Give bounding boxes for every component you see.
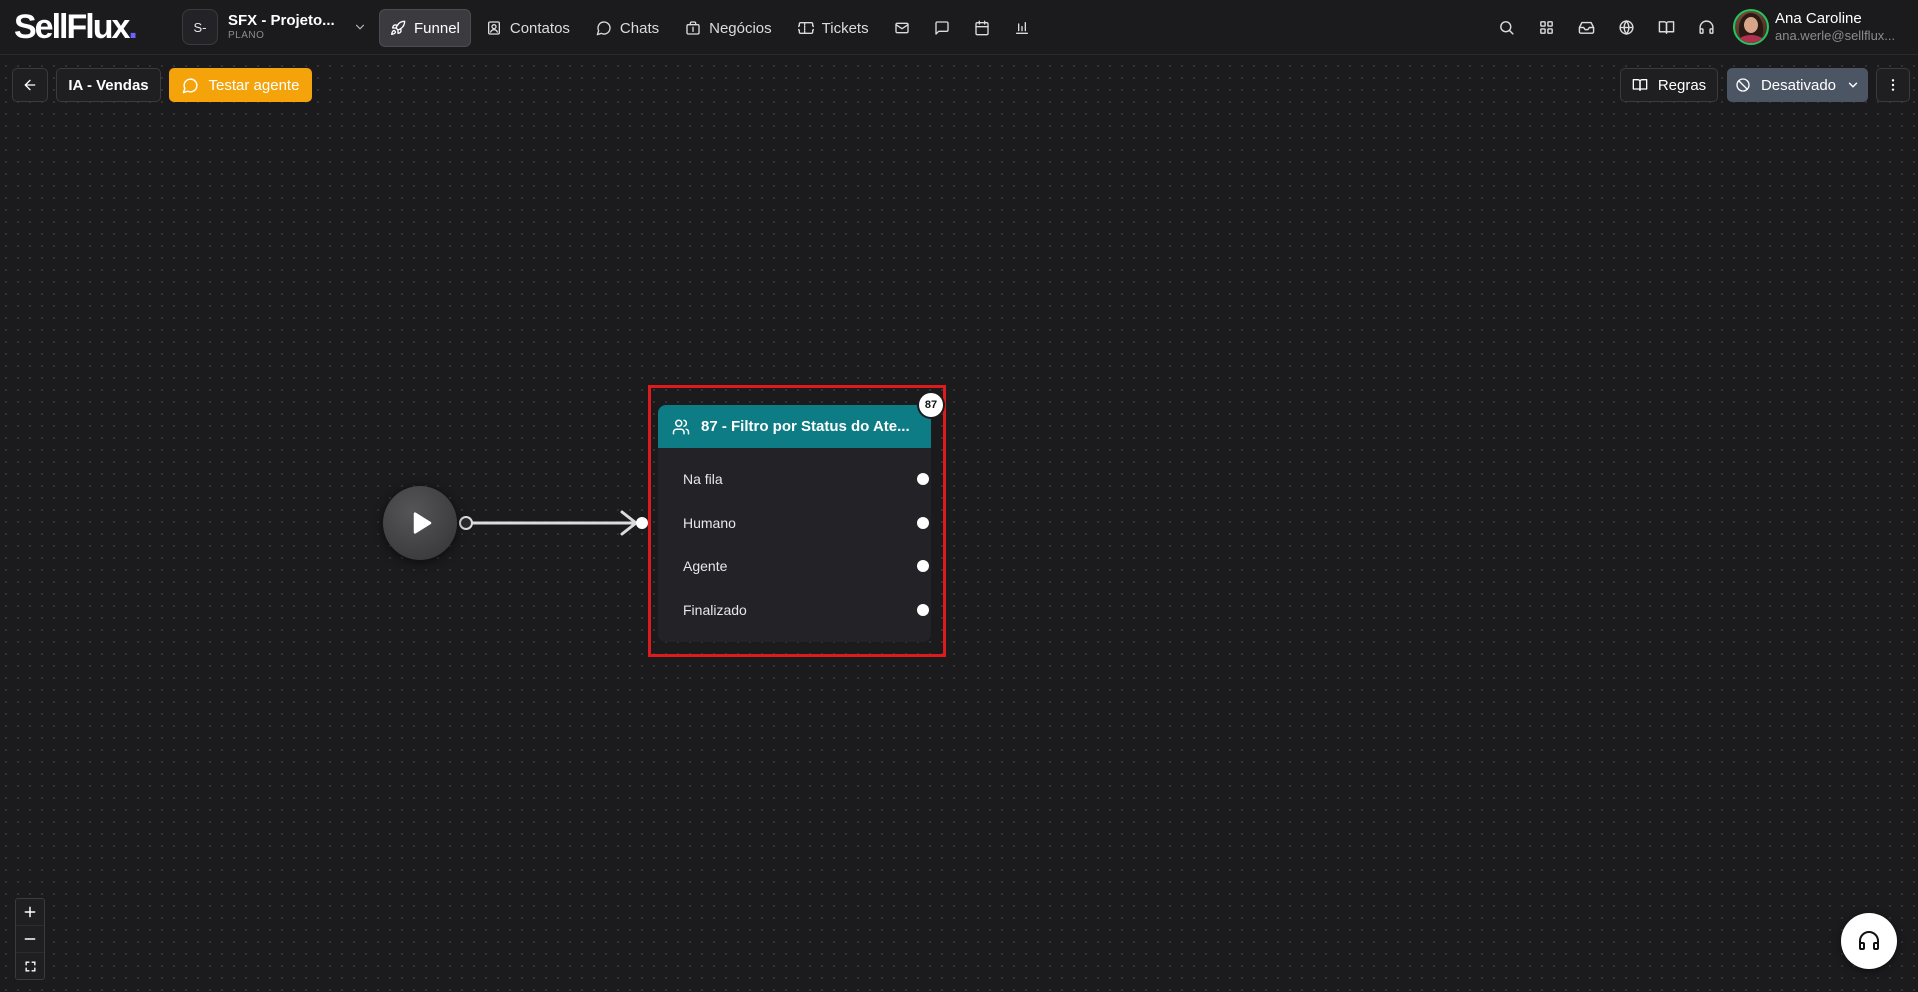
start-output-handle[interactable] xyxy=(459,516,473,530)
output-handle[interactable] xyxy=(917,517,929,529)
output-label: Humano xyxy=(683,515,736,531)
plus-icon xyxy=(23,905,37,919)
zoom-in-button[interactable] xyxy=(16,899,44,926)
minus-icon xyxy=(23,932,37,946)
node-title: 87 - Filtro por Status do Ate... xyxy=(701,418,910,435)
node-output-row: Finalizado xyxy=(658,595,931,625)
output-label: Agente xyxy=(683,558,728,574)
output-handle[interactable] xyxy=(917,560,929,572)
node-badge: 87 xyxy=(919,393,943,417)
filter-node[interactable]: 87 - Filtro por Status do Ate... 87 Na f… xyxy=(658,393,943,642)
node-header[interactable]: 87 - Filtro por Status do Ate... xyxy=(658,405,931,448)
start-node[interactable] xyxy=(383,486,457,560)
node-output-row: Na fila xyxy=(658,464,931,494)
output-label: Finalizado xyxy=(683,602,747,618)
zoom-out-button[interactable] xyxy=(16,926,44,953)
output-handle[interactable] xyxy=(917,473,929,485)
node-output-row: Humano xyxy=(658,508,931,538)
headset-icon xyxy=(1857,929,1881,953)
node-input-handle[interactable] xyxy=(636,517,648,529)
support-button[interactable] xyxy=(1841,913,1897,969)
play-icon xyxy=(405,508,435,538)
output-label: Na fila xyxy=(683,471,723,487)
maximize-icon xyxy=(24,960,37,973)
node-output-row: Agente xyxy=(658,551,931,581)
users-icon xyxy=(672,418,690,436)
zoom-controls xyxy=(15,898,45,980)
fit-view-button[interactable] xyxy=(16,953,44,979)
output-handle[interactable] xyxy=(917,604,929,616)
flow-edges xyxy=(459,510,648,536)
